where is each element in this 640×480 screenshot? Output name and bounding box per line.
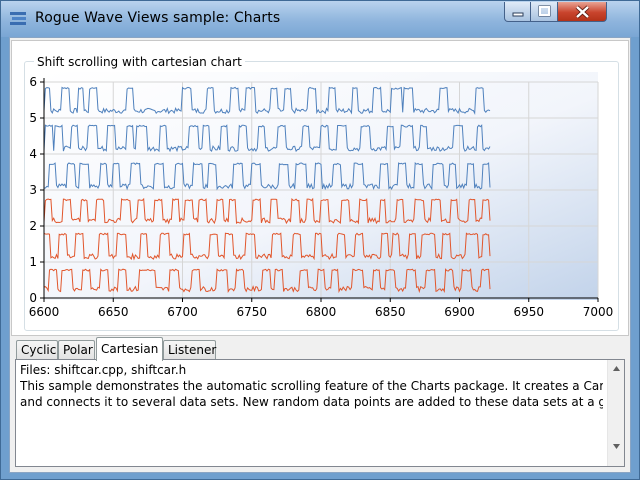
y-tick-label: 5 bbox=[29, 111, 37, 125]
description-line: Files: shiftcar.cpp, shiftcar.h bbox=[20, 363, 187, 377]
y-tick-label: 2 bbox=[29, 219, 37, 233]
tab-cyclic[interactable]: Cyclic bbox=[16, 340, 58, 360]
x-tick-label: 6800 bbox=[306, 305, 337, 319]
x-tick-label: 6600 bbox=[29, 305, 60, 319]
scroll-up-icon[interactable] bbox=[612, 364, 621, 373]
y-tick-label: 1 bbox=[29, 255, 37, 269]
tab-listener-label: Listener bbox=[168, 343, 217, 357]
title-bar[interactable]: Rogue Wave Views sample: Charts bbox=[1, 1, 639, 37]
y-tick-label: 0 bbox=[29, 291, 37, 305]
close-button[interactable] bbox=[558, 2, 607, 22]
maximize-button[interactable] bbox=[531, 2, 558, 22]
tab-cyclic-label: Cyclic bbox=[21, 343, 57, 357]
x-tick-label: 6900 bbox=[444, 305, 475, 319]
client-area: Shift scrolling with cartesian chart 660… bbox=[9, 37, 631, 473]
window-title: Rogue Wave Views sample: Charts bbox=[35, 10, 281, 26]
y-tick-label: 3 bbox=[29, 183, 37, 197]
maximize-icon bbox=[538, 5, 551, 17]
description-line: and connects it to several data sets. Ne… bbox=[20, 395, 603, 409]
description-line: This sample demonstrates the automatic s… bbox=[20, 379, 603, 393]
x-tick-label: 6700 bbox=[167, 305, 198, 319]
description-panel[interactable]: Files: shiftcar.cpp, shiftcar.h This sam… bbox=[15, 359, 625, 467]
description-text: Files: shiftcar.cpp, shiftcar.h This sam… bbox=[20, 362, 603, 466]
x-tick-label: 6750 bbox=[236, 305, 267, 319]
close-icon bbox=[575, 5, 590, 19]
scroll-down-icon[interactable] bbox=[612, 442, 621, 451]
tab-polar-label: Polar bbox=[63, 343, 93, 357]
chart-panel: Shift scrolling with cartesian chart 660… bbox=[11, 40, 629, 336]
cartesian-chart[interactable]: 6600 6650 6700 6750 6800 6850 6900 6950 7000 0 1 2 3… bbox=[12, 41, 630, 337]
minimize-icon bbox=[512, 12, 524, 17]
tab-cartesian[interactable]: Cartesian bbox=[96, 337, 163, 361]
x-tick-label: 7000 bbox=[583, 305, 614, 319]
app-window: Rogue Wave Views sample: Charts Shift sc… bbox=[0, 0, 640, 480]
y-tick-label: 4 bbox=[29, 147, 37, 161]
vertical-scrollbar[interactable] bbox=[607, 360, 624, 466]
x-tick-label: 6950 bbox=[513, 305, 544, 319]
x-tick-label: 6650 bbox=[98, 305, 129, 319]
tab-listener[interactable]: Listener bbox=[163, 340, 216, 360]
minimize-button[interactable] bbox=[504, 2, 531, 22]
y-tick-label: 6 bbox=[29, 75, 37, 89]
tab-cartesian-label: Cartesian bbox=[101, 342, 159, 356]
charts-app-icon bbox=[10, 12, 26, 25]
x-tick-label: 6850 bbox=[375, 305, 406, 319]
tab-polar[interactable]: Polar bbox=[58, 340, 95, 360]
